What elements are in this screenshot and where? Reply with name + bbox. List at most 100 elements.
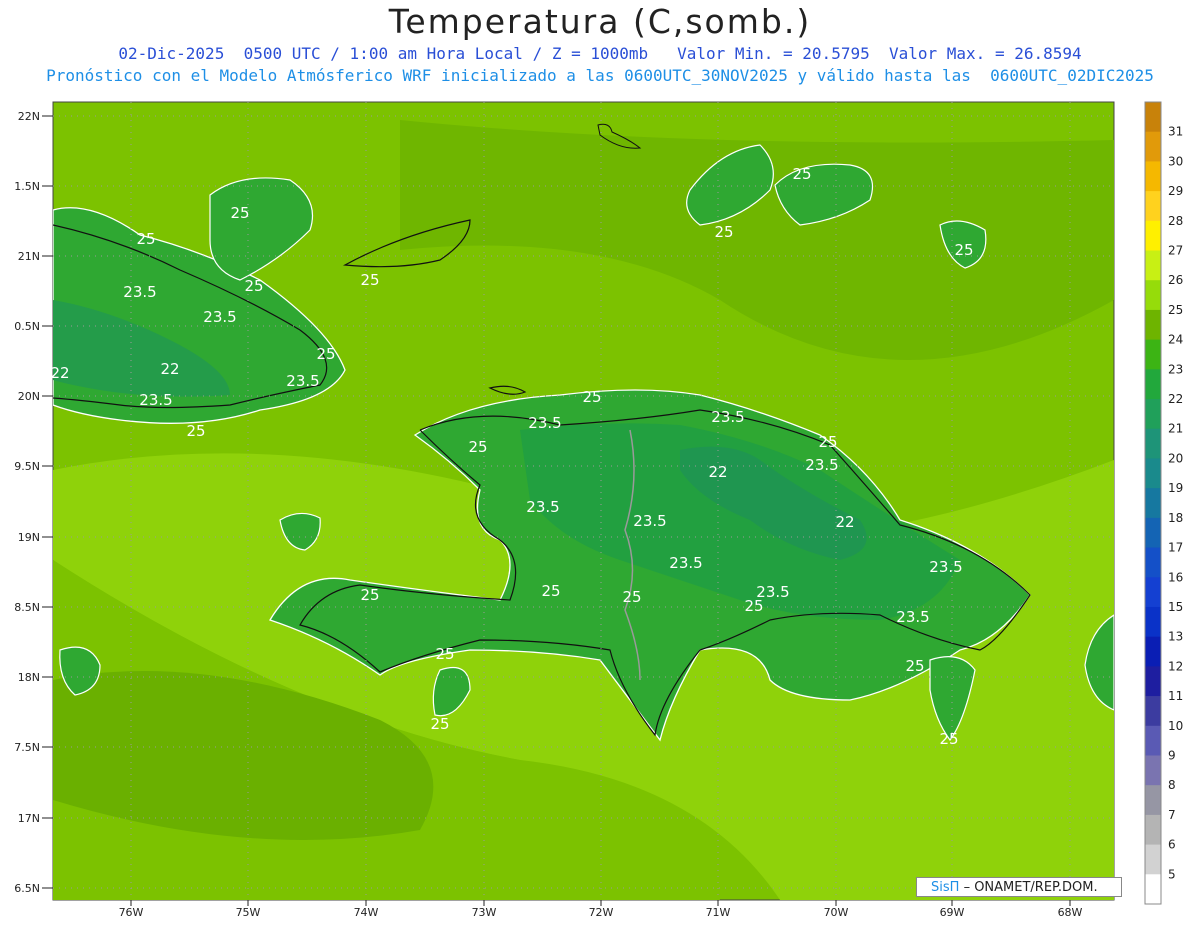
colorbar-segment — [1145, 696, 1161, 727]
contour-label: 25 — [622, 588, 641, 606]
colorbar-segment — [1145, 874, 1161, 905]
contour-label: 23.5 — [526, 498, 559, 516]
lon-label: 71W — [706, 906, 731, 919]
contour-label: 23.5 — [286, 372, 319, 390]
colorbar-segment — [1145, 250, 1161, 281]
colorbar-label: 12 — [1168, 659, 1183, 673]
longitude-labels: 76W 75W 74W 73W 72W 71W 70W 69W 68W — [119, 900, 1083, 919]
contour-label: 25 — [360, 271, 379, 289]
lat-label: 20N — [18, 390, 40, 403]
colorbar-segment — [1145, 577, 1161, 608]
contour-label: 23.5 — [929, 558, 962, 576]
contour-label: 22 — [835, 513, 854, 531]
lat-label: 6.5N — [14, 882, 40, 895]
lat-label: 19N — [18, 531, 40, 544]
colorbar-label: 23 — [1168, 362, 1183, 376]
colorbar-label: 27 — [1168, 244, 1183, 258]
colorbar-label: 26 — [1168, 273, 1183, 287]
colorbar-segment — [1145, 309, 1161, 341]
contour-label: 25 — [744, 597, 763, 615]
colorbar-segment — [1145, 280, 1161, 311]
contour-label: 25 — [954, 241, 973, 259]
colorbar-label: 18 — [1168, 511, 1183, 525]
colorbar-segment — [1145, 785, 1161, 816]
contour-label: 23.5 — [123, 283, 156, 301]
colorbar-segment — [1145, 399, 1161, 430]
contour-label: 25 — [316, 345, 335, 363]
contour-label: 25 — [905, 657, 924, 675]
colorbar-label: 11 — [1168, 689, 1183, 703]
colorbar-segment — [1145, 814, 1161, 846]
colorbar-segment — [1145, 131, 1161, 162]
colorbar-label: 24 — [1168, 333, 1183, 347]
colorbar-segment — [1145, 844, 1161, 875]
contour-label: 25 — [230, 204, 249, 222]
credit-brand: SisΠ — [931, 880, 960, 895]
contour-label: 25 — [582, 388, 601, 406]
colorbar-segment — [1145, 725, 1161, 756]
contour-label: 23.5 — [139, 391, 172, 409]
colorbar-segment — [1145, 458, 1161, 489]
latitude-labels: 22N 1.5N 21N 0.5N 20N 9.5N 19N 8.5N 18N 7.5N 17N 6.… — [14, 110, 53, 895]
colorbar-segment — [1145, 755, 1161, 786]
contour-label: 23.5 — [203, 308, 236, 326]
contour-label: 25 — [360, 586, 379, 604]
colorbar-label: 21 — [1168, 422, 1183, 436]
lat-label: 21N — [18, 250, 40, 263]
contour-label: 22 — [50, 364, 69, 382]
colorbar-segment — [1145, 191, 1161, 222]
colorbar-segment — [1145, 220, 1161, 252]
colorbar-segment — [1145, 428, 1161, 459]
colorbar-segment — [1145, 102, 1161, 133]
colorbar-segment — [1145, 547, 1161, 578]
lat-label: 1.5N — [14, 180, 40, 193]
colorbar-label: 17 — [1168, 541, 1183, 555]
colorbar-label: 6 — [1168, 838, 1176, 852]
contour-label: 25 — [430, 715, 449, 733]
colorbar-segment — [1145, 636, 1161, 667]
contour-label: 25 — [939, 730, 958, 748]
colorbar-label: 22 — [1168, 392, 1183, 406]
lon-label: 74W — [354, 906, 379, 919]
contour-label: 22 — [160, 360, 179, 378]
lat-label: 22N — [18, 110, 40, 123]
lat-label: 8.5N — [14, 601, 40, 614]
contour-label: 25 — [541, 582, 560, 600]
lat-label: 7.5N — [14, 741, 40, 754]
colorbar-label: 9 — [1168, 748, 1176, 762]
colorbar-label: 19 — [1168, 481, 1183, 495]
colorbar-label: 7 — [1168, 808, 1176, 822]
colorbar-segment — [1145, 369, 1161, 400]
colorbar-segment — [1145, 517, 1161, 549]
lon-label: 76W — [119, 906, 144, 919]
contour-label: 25 — [244, 277, 263, 295]
credit-box: SisΠ – ONAMET/REP.DOM. — [916, 877, 1122, 897]
contour-label: 23.5 — [528, 414, 561, 432]
contour-label: 23.5 — [711, 408, 744, 426]
temperature-map: 22N 1.5N 21N 0.5N 20N 9.5N 19N 8.5N 18N 7.5N 17N 6.… — [14, 101, 1183, 919]
colorbar-label: 13 — [1168, 630, 1183, 644]
colorbar-segment — [1145, 488, 1161, 519]
colorbar-label: 15 — [1168, 600, 1183, 614]
colorbar-label: 29 — [1168, 184, 1183, 198]
contour-label: 25 — [435, 645, 454, 663]
colorbar-label: 30 — [1168, 154, 1183, 168]
contour-label: 25 — [714, 223, 733, 241]
colorbar-label: 20 — [1168, 451, 1183, 465]
colorbar: 31 30 29 28 27 26 25 24 23 22 21 20 19 18 17 16 15 13 12 11… — [1144, 101, 1183, 905]
contour-label: 23.5 — [633, 512, 666, 530]
lon-label: 68W — [1058, 906, 1083, 919]
contour-label: 23.5 — [896, 608, 929, 626]
colorbar-label: 5 — [1168, 867, 1176, 881]
lon-label: 69W — [940, 906, 965, 919]
colorbar-label: 28 — [1168, 214, 1183, 228]
colorbar-label: 16 — [1168, 570, 1183, 584]
colorbar-label: 31 — [1168, 125, 1183, 139]
contour-label: 23.5 — [805, 456, 838, 474]
colorbar-label: 8 — [1168, 778, 1176, 792]
lon-label: 70W — [824, 906, 849, 919]
contour-label: 22 — [708, 463, 727, 481]
contour-label: 25 — [186, 422, 205, 440]
colorbar-segment — [1145, 339, 1161, 370]
colorbar-label: 10 — [1168, 719, 1183, 733]
